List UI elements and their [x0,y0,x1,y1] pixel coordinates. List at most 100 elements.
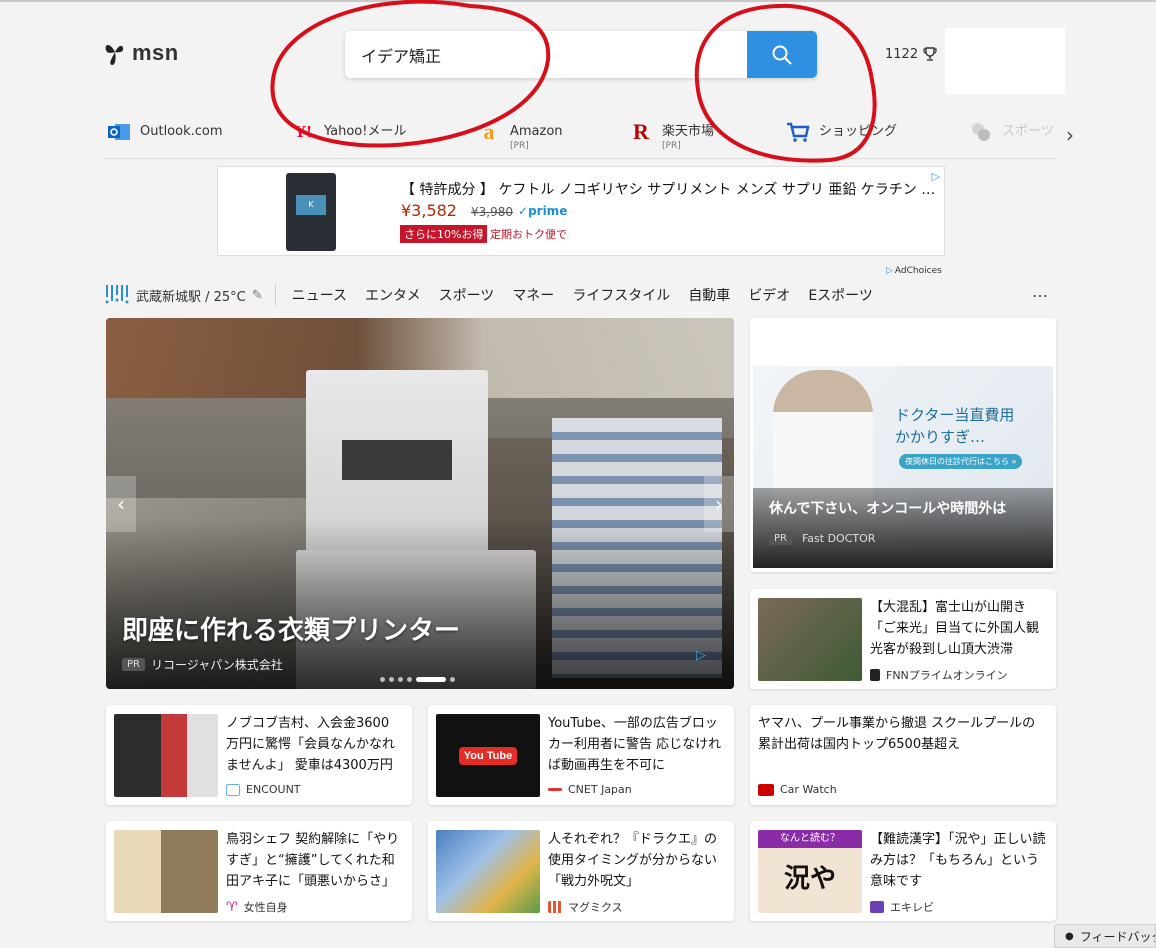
news-title: ヤマハ、プール事業から撤退 スクールプールの累計出荷は国内トップ6500基超え [758,716,1036,752]
source-logo-icon [548,901,562,913]
news-thumbnail [436,830,540,913]
carousel-dot[interactable] [398,677,403,682]
carousel-next-button[interactable]: › [704,476,734,532]
prime-label: ✓prime [518,204,568,218]
search-box [345,31,817,78]
search-button[interactable] [747,31,817,78]
news-thumbnail [114,830,218,913]
news-source-name: マグミクス [568,901,623,914]
search-icon [772,45,792,65]
news-thumbnail [114,714,218,797]
carousel-dot[interactable] [416,677,446,682]
ad-info-icon[interactable]: ▷ [932,170,940,183]
source-logo-icon: ♈ [226,899,238,915]
carousel-dot[interactable] [407,677,412,682]
adchoices-icon: ▷ [886,266,893,276]
news-card[interactable]: ヤマハ、プール事業から撤退 スクールプールの累計出荷は国内トップ6500基超え … [750,705,1056,805]
carousel-dot[interactable] [389,677,394,682]
rewards-points[interactable]: 1122 [885,46,938,62]
butterfly-icon [105,45,124,65]
hero-carousel[interactable]: ‹ › 即座に作れる衣類プリンター PR リコージャパン株式会社 ▷ [106,318,734,689]
hero-source: PR リコージャパン株式会社 [122,656,283,673]
hero-headline[interactable]: 即座に作れる衣類プリンター [122,610,460,647]
adchoices-label: AdChoices [894,266,942,276]
side-ad-copy-small: 夜間休日の往診代行はこちら » [899,454,1023,469]
nav-item[interactable]: ライフスタイル [572,285,670,305]
search-input[interactable] [345,31,747,78]
quiz-label: なんと読む？ [758,830,862,848]
news-source-name: ENCOUNT [246,783,301,796]
news-thumbnail [758,598,862,681]
source-logo-icon [548,788,562,791]
news-title: YouTube、一部の広告ブロッカー利用者に警告 応じなければ動画再生を不可に [548,716,722,773]
feedback-icon: ● [1065,930,1074,942]
category-nav: 武蔵新城駅 / 25°C ✎ ニュース エンタメ スポーツ マネー ライフスタイル 自動車… [104,280,1056,310]
quick-link-label: 楽天市場 [662,124,715,139]
side-ad-copy: ドクター当直費用 かかりすぎ… [895,406,1015,446]
weather-widget[interactable]: 武蔵新城駅 / 25°C ✎ [104,284,276,306]
side-ad-source: PR Fast DOCTOR [769,532,875,545]
quick-link-outlook[interactable]: Outlook.com [106,119,223,145]
news-card[interactable]: ノブコブ吉村、入会金3600万円に驚愕「会員なんかなれませんよ」 愛車は4300… [106,705,412,805]
news-card[interactable]: なんと読む？ 況や 【難読漢字】「況や」正しい読み方は？「もちろん」という意味で… [750,821,1056,921]
news-thumbnail: なんと読む？ 況や [758,830,862,913]
quick-link-label: スポーツ [1002,124,1054,139]
trophy-icon [923,47,937,61]
nav-item[interactable]: 自動車 [688,285,730,305]
news-source-name: エキレビ [890,901,934,914]
nav-item[interactable]: スポーツ [439,285,495,305]
source-logo-icon [870,901,884,913]
news-source-name: FNNプライムオンライン [886,669,1008,682]
pencil-icon[interactable]: ✎ [252,288,263,303]
quick-link-label: Amazon [510,124,563,139]
nav-item[interactable]: ビデオ [748,285,790,305]
hero-source-name: リコージャパン株式会社 [150,658,283,672]
more-icon[interactable]: … [1032,282,1048,301]
quick-link-sports[interactable]: スポーツ [968,119,1054,145]
news-source: ♈ 女性自身 [226,899,288,915]
news-card[interactable]: 【大混乱】富士山が山開き「ご来光」目当てに外国人観光客が殺到し山頂大渋滞 FNN… [750,589,1056,689]
carousel-dots [380,677,455,682]
outlook-icon [106,119,132,145]
chevron-right-icon[interactable]: › [1066,123,1074,147]
pr-label: [PR] [662,141,681,151]
news-source: Car Watch [758,783,837,796]
ad-badge: さらに10%お得 [400,225,488,243]
feedback-label: フィードバック [1079,929,1156,944]
news-card[interactable]: You Tube YouTube、一部の広告ブロッカー利用者に警告 応じなければ… [428,705,734,805]
feedback-button[interactable]: ● フィードバック [1054,924,1156,948]
quick-link-amazon[interactable]: a Amazon [PR] [476,119,563,151]
news-source-name: 女性自身 [243,901,288,914]
news-card[interactable]: 鳥羽シェフ 契約解除に「やりすぎ」と“擁護”してくれた和田アキ子に「頭悪いからさ… [106,821,412,921]
carousel-dot[interactable] [450,677,455,682]
msn-logo[interactable]: msn [104,40,179,66]
nav-item[interactable]: マネー [512,285,554,305]
logo-text: msn [132,40,179,65]
news-title: ノブコブ吉村、入会金3600万円に驚愕「会員なんかなれませんよ」 愛車は4300… [226,716,396,773]
ad-teiki: 定期おトク便で [490,228,567,241]
side-ad-card[interactable]: ドクター当直費用 かかりすぎ… 夜間休日の往診代行はこちら » 休んで下さい、オン… [750,318,1056,572]
news-title: 【大混乱】富士山が山開き「ご来光」目当てに外国人観光客が殺到し山頂大渋滞 [870,600,1040,657]
nav-item[interactable]: エンタメ [365,285,421,305]
carousel-dot[interactable] [380,677,385,682]
nav-item[interactable]: ニュース [292,285,347,305]
nav-item[interactable]: Eスポーツ [808,285,873,305]
weather-label: 武蔵新城駅 / 25°C [136,289,246,305]
news-source: ENCOUNT [226,783,301,796]
ad-info-icon[interactable]: ▷ [696,648,706,663]
side-ad-source-name: Fast DOCTOR [801,532,876,545]
ad-price: ¥3,582 [401,201,457,220]
carousel-prev-button[interactable]: ‹ [106,476,136,532]
news-title: 鳥羽シェフ 契約解除に「やりすぎ」と“擁護”してくれた和田アキ子に「頭悪いからさ… [226,832,400,889]
sports-icon [968,119,994,145]
quick-link-rakuten[interactable]: R 楽天市場 [PR] [628,119,715,151]
adchoices-link[interactable]: ▷ AdChoices [886,266,942,276]
news-card[interactable]: 人それぞれ？『ドラクエ』の使用タイミングが分からない「戦力外呪文」 マグミクス [428,821,734,921]
quick-link-yahoo[interactable]: Y! Yahoo!メール [290,119,406,145]
quick-link-shopping[interactable]: ショッピング [785,119,897,145]
ad-banner[interactable]: K 【 特許成分 】 ケフトル ノコギリヤシ サプリメント メンズ サプリ 亜鉛… [217,166,945,256]
quick-links-bar: Outlook.com Y! Yahoo!メール a Amazon [PR] R … [104,115,1074,159]
profile-area[interactable] [945,28,1065,94]
news-source: CNET Japan [548,783,632,796]
rakuten-icon: R [633,119,649,144]
